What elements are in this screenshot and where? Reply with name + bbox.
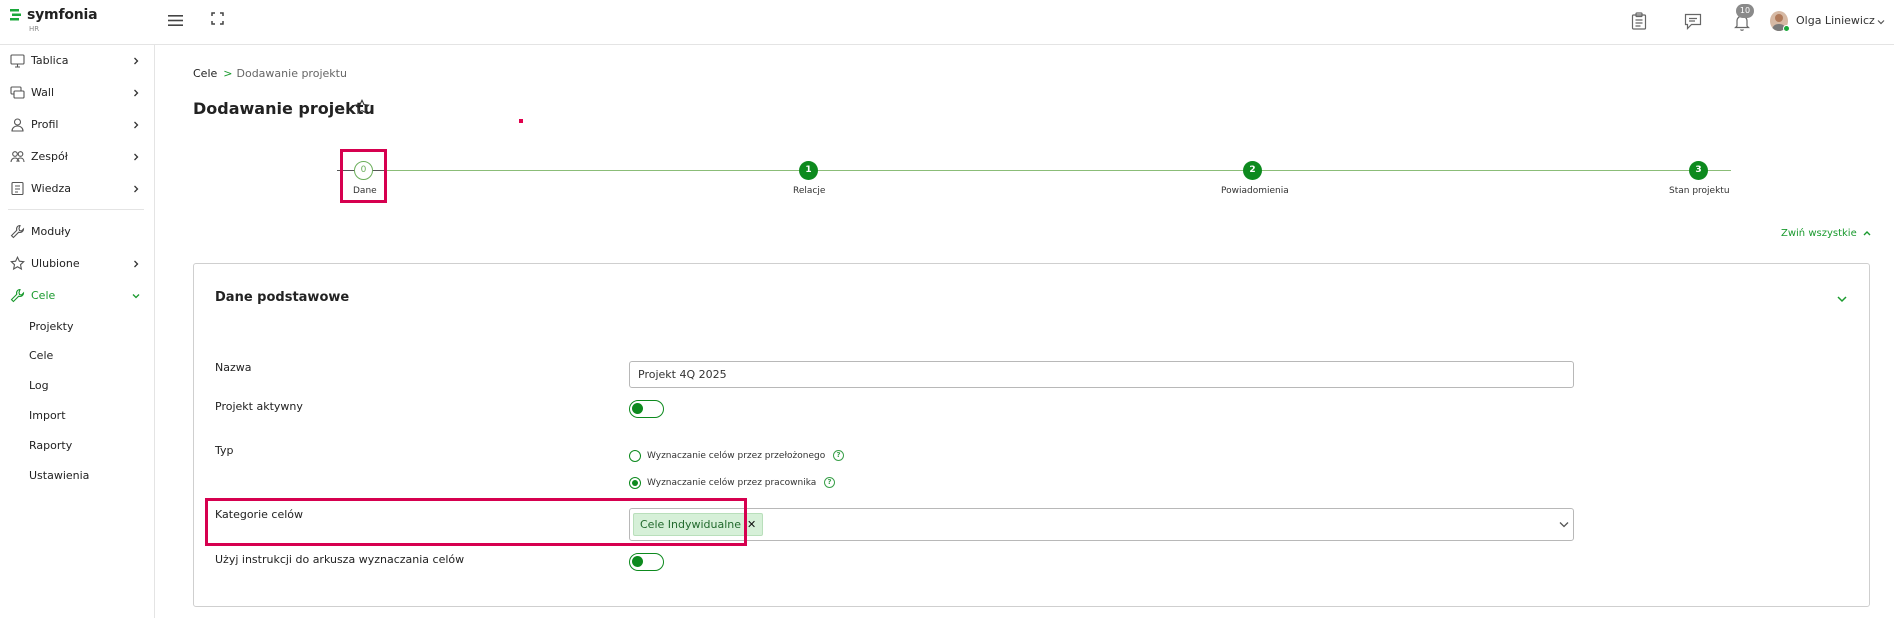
sidebar-item-label: Zespół [31,150,68,163]
sidebar-item-label: Profil [31,118,59,131]
step-1-label: Relacje [793,186,826,196]
chevron-down-icon [132,294,140,299]
wall-icon [10,86,25,99]
chevron-down-icon[interactable] [1559,521,1569,528]
collapse-all-label: Zwiń wszystkie [1781,228,1857,239]
sidebar-subitem-cele[interactable]: Cele [29,349,53,362]
step-1-circle[interactable]: 1 [799,161,818,180]
sidebar-item-wiedza[interactable]: Wiedza [0,176,155,202]
breadcrumb-separator: > [223,67,233,80]
type-label: Typ [215,444,234,457]
instructions-toggle[interactable] [629,553,664,571]
fullscreen-icon[interactable] [211,12,224,25]
chevron-right-icon [134,185,139,193]
clipboard-icon[interactable] [1631,12,1647,30]
step-0-circle[interactable]: 0 [354,161,373,180]
name-label: Nazwa [215,361,252,374]
logo-mark-icon [10,9,21,21]
logo-subtitle: HR [29,25,40,33]
sidebar-item-cele[interactable]: Cele [0,283,155,309]
radio-selected-dot [632,480,638,486]
stepper-line [384,170,1731,171]
close-icon[interactable]: ✕ [747,519,756,530]
basic-data-card: Dane podstawowe Nazwa Projekt aktywny Ty… [193,263,1870,607]
favorite-star-icon[interactable] [354,99,370,115]
notification-badge: 10 [1736,4,1754,18]
chevron-down-icon[interactable] [1837,295,1847,303]
sidebar-subitem-projekty[interactable]: Projekty [29,320,73,333]
chevron-right-icon [134,121,139,129]
help-icon[interactable]: ? [833,450,844,461]
active-toggle[interactable] [629,400,664,418]
sidebar-subitem-ustawienia[interactable]: Ustawienia [29,469,89,482]
sidebar-subitem-raporty[interactable]: Raporty [29,439,72,452]
highlight-box-categories [205,498,747,546]
sidebar-subitem-import[interactable]: Import [29,409,66,422]
step-0-label: Dane [353,186,377,196]
name-input[interactable] [629,361,1574,388]
wrench-icon [10,224,25,239]
chevron-down-icon [1877,20,1885,25]
user-icon [11,118,24,132]
sidebar-item-label: Cele [31,289,56,302]
chevron-right-icon [134,260,139,268]
active-label: Projekt aktywny [215,400,303,413]
sidebar-item-label: Tablica [31,54,69,67]
online-status-icon [1783,25,1790,32]
categories-select[interactable]: Cele Indywidualne ✕ [629,508,1574,541]
page-title: Dodawanie projektu [193,99,375,118]
sidebar-item-zespol[interactable]: Zespół [0,144,155,170]
sidebar-item-moduly[interactable]: Moduły [0,219,155,245]
breadcrumb-current: Dodawanie projektu [236,67,347,80]
chevron-right-icon [134,89,139,97]
chat-icon[interactable] [1684,13,1702,30]
sidebar-subitem-log[interactable]: Log [29,379,49,392]
chevron-right-icon [134,153,139,161]
card-title: Dane podstawowe [215,290,350,305]
type-option-employee-radio[interactable] [629,477,641,489]
wrench-icon [10,288,25,303]
type-option-employee-label[interactable]: Wyznaczanie celów przez pracownika [647,478,816,488]
hamburger-menu-icon[interactable] [168,14,183,27]
sidebar-divider [8,209,144,210]
sidebar-item-wall[interactable]: Wall [0,80,155,106]
type-option-supervisor-radio[interactable] [629,450,641,462]
user-name: Olga Liniewicz [1796,14,1875,27]
step-2-label: Powiadomienia [1221,186,1289,196]
chevron-right-icon [134,57,139,65]
sidebar: Tablica Wall Profil Zespół Wiedza Moduły… [0,45,155,618]
breadcrumb: Cele > Dodawanie projektu [193,67,347,80]
book-icon [11,181,24,196]
monitor-icon [10,54,25,68]
top-bar: symfonia HR 10 Olga Liniewicz [0,0,1894,45]
step-3-circle[interactable]: 3 [1689,161,1708,180]
step-2-circle[interactable]: 2 [1243,161,1262,180]
breadcrumb-root-link[interactable]: Cele [193,67,217,80]
sidebar-item-tablica[interactable]: Tablica [0,48,155,74]
sidebar-item-profil[interactable]: Profil [0,112,155,138]
team-icon [10,151,25,163]
toggle-knob [632,556,643,567]
toggle-knob [632,403,643,414]
collapse-all-link[interactable]: Zwiń wszystkie [1781,228,1871,239]
logo-text: symfonia [27,7,98,23]
user-menu[interactable]: Olga Liniewicz [1770,11,1885,33]
step-3-label: Stan projektu [1669,186,1730,196]
chevron-up-icon [1863,231,1871,236]
sidebar-item-ulubione[interactable]: Ulubione [0,251,155,277]
sidebar-item-label: Wiedza [31,182,71,195]
sidebar-item-label: Moduły [31,225,71,238]
sidebar-item-label: Wall [31,86,55,99]
star-icon [10,256,25,271]
sidebar-item-label: Ulubione [31,257,80,270]
instructions-label: Użyj instrukcji do arkusza wyznaczania c… [215,553,465,566]
marker-dot [519,119,523,123]
help-icon[interactable]: ? [824,477,835,488]
type-option-supervisor-label[interactable]: Wyznaczanie celów przez przełożonego [647,451,825,461]
